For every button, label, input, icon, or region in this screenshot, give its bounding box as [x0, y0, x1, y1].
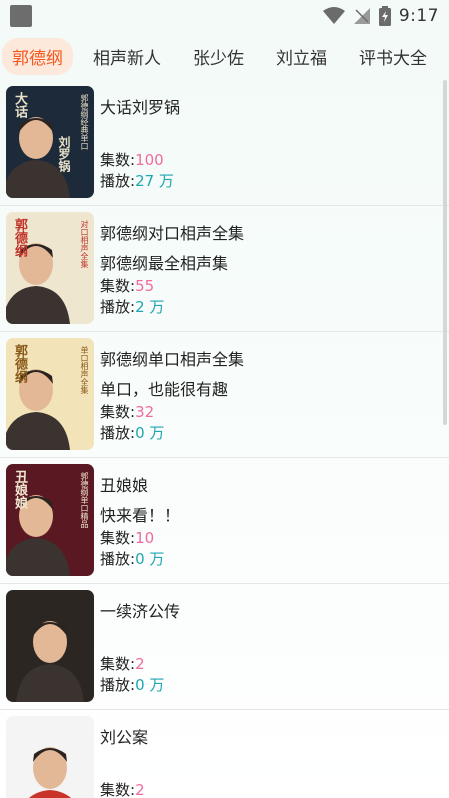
- portrait-body: [16, 664, 84, 702]
- list-item[interactable]: 刘公案集数:2: [0, 710, 449, 798]
- album-cover: 郭德纲 对口相声全集: [6, 212, 94, 324]
- album-cover: 郭德纲 单口相声全集: [6, 338, 94, 450]
- album-cover: [6, 590, 94, 702]
- play-count-label: 播放:: [100, 172, 136, 190]
- cover-title-2: 刘罗锅: [57, 136, 71, 172]
- portrait-body: [6, 538, 70, 576]
- album-subtitle: [100, 756, 449, 780]
- list-item[interactable]: 一续济公传 集数:2 播放:0 万: [0, 584, 449, 710]
- play-count-label: 播放:: [100, 676, 136, 694]
- play-count-label: 播放:: [100, 424, 136, 442]
- episode-count-value: 2: [135, 655, 145, 673]
- list-item[interactable]: 大话 刘罗锅 郭德纲经典单口 大话刘罗锅 集数:100 播放:27 万: [0, 80, 449, 206]
- cover-subtitle: 对口相声全集: [80, 220, 89, 268]
- episode-count: 集数:32: [100, 402, 449, 423]
- play-count-value: 0 万: [135, 676, 165, 694]
- episode-count: 集数:55: [100, 276, 449, 297]
- play-count-label: 播放:: [100, 298, 136, 316]
- album-title: 丑娘娘: [100, 476, 149, 495]
- album-subtitle: 单口，也能很有趣: [100, 380, 229, 399]
- category-tabs: 郭德纲相声新人张少佐刘立福评书大全小: [0, 36, 449, 76]
- status-time: 9:17: [398, 6, 439, 26]
- scrollbar[interactable]: [443, 80, 447, 425]
- episode-count: 集数:2: [100, 654, 449, 675]
- album-title: 一续济公传: [100, 602, 181, 621]
- episode-count-label: 集数:: [100, 151, 136, 169]
- cover-title: 郭德纲: [12, 218, 27, 257]
- episode-count: 集数:2: [100, 780, 449, 798]
- list-item[interactable]: 郭德纲 对口相声全集 郭德纲对口相声全集 郭德纲最全相声集 集数:55 播放:2 万: [0, 206, 449, 332]
- notification-icon: [10, 5, 32, 27]
- play-count-value: 0 万: [135, 424, 165, 442]
- tab-3[interactable]: 刘立福: [264, 38, 339, 75]
- album-info: 刘公案集数:2: [100, 726, 449, 798]
- cover-title: 大话: [12, 92, 27, 118]
- album-info: 大话刘罗锅 集数:100 播放:27 万: [100, 96, 449, 192]
- episode-count-value: 55: [135, 277, 155, 295]
- album-info: 郭德纲对口相声全集 郭德纲最全相声集 集数:55 播放:2 万: [100, 222, 449, 318]
- tab-0[interactable]: 郭德纲: [2, 37, 73, 75]
- tab-4[interactable]: 评书大全: [347, 38, 439, 75]
- album-subtitle: [100, 630, 449, 654]
- play-count-label: 播放:: [100, 550, 136, 568]
- portrait-body: [29, 790, 71, 798]
- tab-2[interactable]: 张少佐: [181, 38, 256, 75]
- album-subtitle: [100, 126, 449, 150]
- play-count: 播放:0 万: [100, 675, 449, 696]
- episode-count-value: 10: [135, 529, 155, 547]
- album-title: 大话刘罗锅: [100, 98, 181, 117]
- status-bar: 9:17: [0, 0, 449, 32]
- play-count-value: 27 万: [135, 172, 174, 190]
- album-list: 大话 刘罗锅 郭德纲经典单口 大话刘罗锅 集数:100 播放:27 万郭德纲 对口相声全集郭…: [0, 80, 449, 798]
- play-count-value: 2 万: [135, 298, 165, 316]
- episode-count-label: 集数:: [100, 529, 136, 547]
- cover-subtitle: 单口相声全集: [80, 346, 89, 394]
- episode-count-label: 集数:: [100, 277, 136, 295]
- cover-title: 丑娘娘: [12, 470, 27, 509]
- episode-count-value: 100: [135, 151, 164, 169]
- play-count: 播放:2 万: [100, 297, 449, 318]
- cover-subtitle: 郭德纲经典单口: [80, 94, 89, 150]
- cover-subtitle: 郭德纲单口精品: [80, 472, 89, 528]
- episode-count-label: 集数:: [100, 403, 136, 421]
- album-cover: 丑娘娘 郭德纲单口精品: [6, 464, 94, 576]
- portrait-body: [6, 412, 70, 450]
- list-item[interactable]: 郭德纲 单口相声全集 郭德纲单口相声全集 单口，也能很有趣 集数:32 播放:0 万: [0, 332, 449, 458]
- cover-title: 郭德纲: [12, 344, 27, 383]
- album-title: 郭德纲单口相声全集: [100, 350, 245, 369]
- episode-count: 集数:100: [100, 150, 449, 171]
- play-count: 播放:0 万: [100, 423, 449, 444]
- album-subtitle: 郭德纲最全相声集: [100, 254, 229, 273]
- episode-count-value: 32: [135, 403, 155, 421]
- episode-count-label: 集数:: [100, 781, 136, 798]
- album-subtitle: 快来看！！: [100, 506, 181, 525]
- album-title: 刘公案: [100, 728, 149, 747]
- album-cover: 大话刘罗锅 郭德纲经典单口: [6, 86, 94, 198]
- episode-count-label: 集数:: [100, 655, 136, 673]
- album-title: 郭德纲对口相声全集: [100, 224, 245, 243]
- album-info: 一续济公传 集数:2 播放:0 万: [100, 600, 449, 696]
- play-count-value: 0 万: [135, 550, 165, 568]
- portrait-body: [6, 286, 70, 324]
- battery-charging-icon: [378, 6, 391, 26]
- list-item[interactable]: 丑娘娘 郭德纲单口精品 丑娘娘 快来看！！ 集数:10 播放:0 万: [0, 458, 449, 584]
- album-info: 丑娘娘 快来看！！ 集数:10 播放:0 万: [100, 474, 449, 570]
- tab-1[interactable]: 相声新人: [81, 38, 173, 75]
- album-cover: [6, 716, 94, 798]
- play-count: 播放:27 万: [100, 171, 449, 192]
- no-signal-icon: [353, 8, 370, 24]
- episode-count: 集数:10: [100, 528, 449, 549]
- play-count: 播放:0 万: [100, 549, 449, 570]
- wifi-icon: [322, 7, 345, 24]
- episode-count-value: 2: [135, 781, 145, 798]
- album-info: 郭德纲单口相声全集 单口，也能很有趣 集数:32 播放:0 万: [100, 348, 449, 444]
